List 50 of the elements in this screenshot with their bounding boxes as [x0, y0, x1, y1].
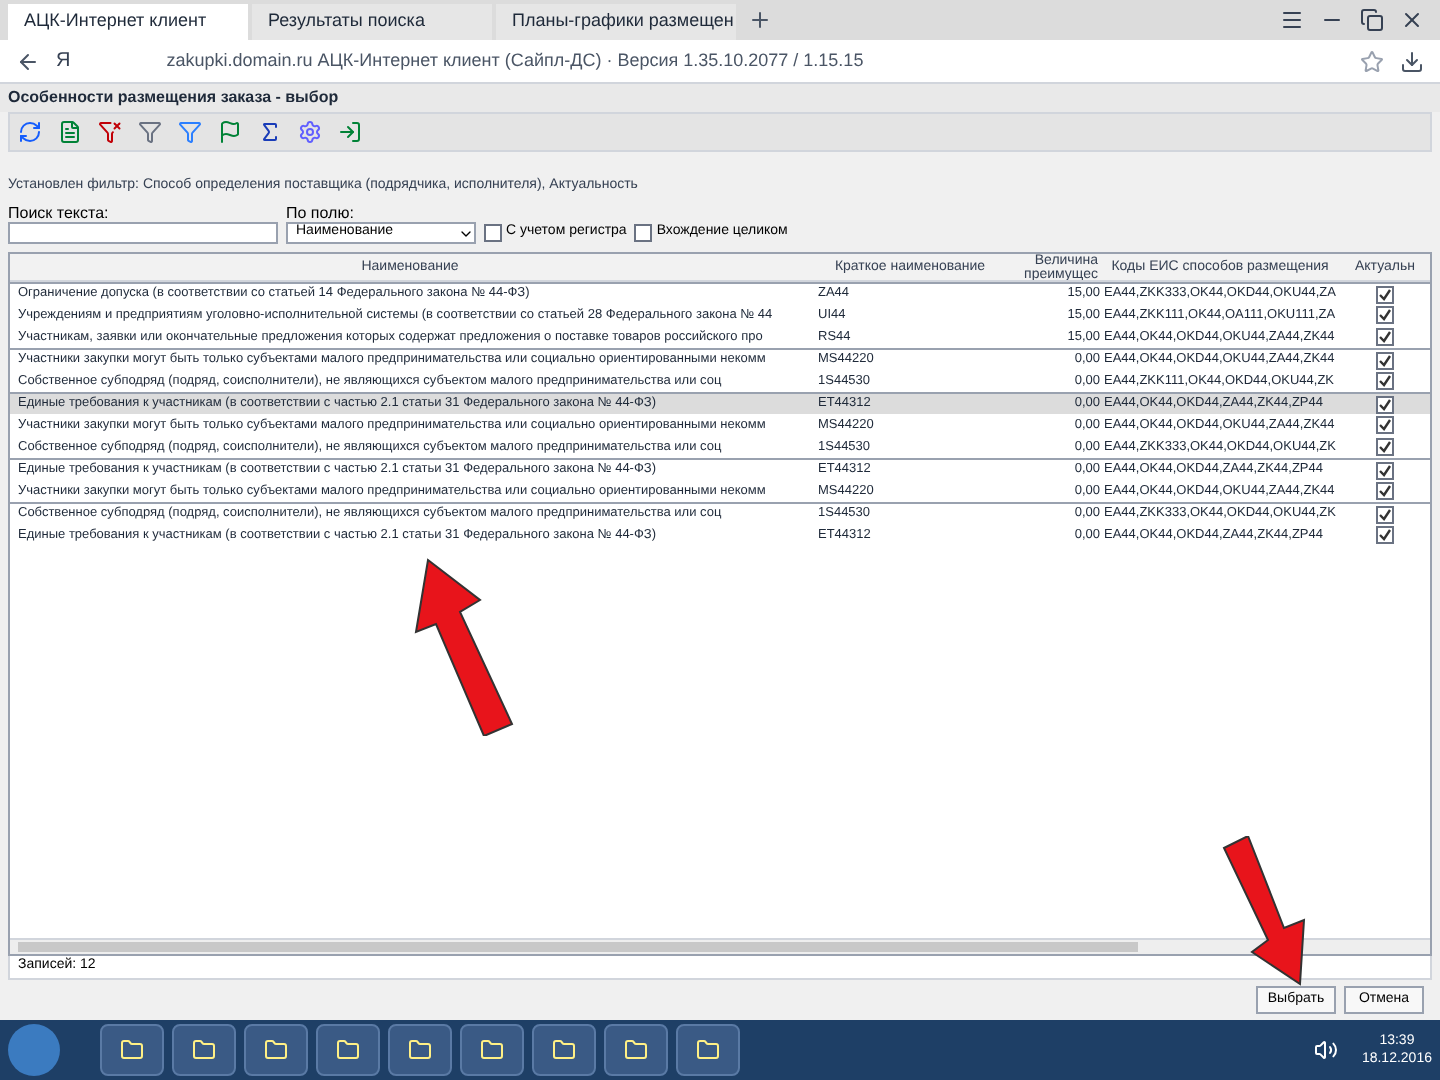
volume-icon[interactable] — [1313, 1038, 1338, 1062]
settings-icon[interactable] — [298, 120, 322, 144]
taskbar-app-icon[interactable] — [604, 1024, 668, 1076]
checkbox[interactable] — [1376, 285, 1394, 303]
clear-filter-icon[interactable] — [98, 120, 122, 144]
browser-tab[interactable]: АЦК-Интернет клиент — [8, 4, 248, 40]
new-tab-icon[interactable] — [748, 8, 772, 32]
menu-icon[interactable] — [1280, 8, 1304, 32]
taskbar-app-icon[interactable] — [532, 1024, 596, 1076]
checkbox[interactable] — [1376, 351, 1394, 369]
start-button[interactable] — [8, 1024, 60, 1076]
document-icon[interactable] — [58, 120, 82, 144]
field-label: По полю: — [286, 204, 356, 222]
checkbox[interactable] — [1376, 372, 1394, 390]
search-field[interactable] — [8, 222, 278, 244]
checkbox[interactable] — [1376, 461, 1394, 479]
home-button[interactable]: Я — [56, 46, 71, 76]
funnel-icon[interactable] — [178, 120, 202, 144]
search-label: Поиск текста: — [8, 204, 111, 222]
download-icon[interactable] — [1400, 49, 1424, 73]
checkbox[interactable] — [634, 224, 653, 242]
checkbox[interactable] — [1376, 416, 1394, 434]
sum-icon[interactable] — [258, 120, 282, 144]
checkbox[interactable] — [1376, 395, 1394, 413]
back-icon[interactable] — [16, 49, 40, 73]
bookmark-icon[interactable] — [1360, 49, 1384, 73]
taskbar-app-icon[interactable] — [100, 1024, 164, 1076]
export-icon[interactable] — [338, 120, 362, 144]
taskbar-app-icon[interactable] — [172, 1024, 236, 1076]
checkbox[interactable] — [1376, 505, 1394, 523]
horizontal-scrollbar[interactable] — [10, 938, 1430, 954]
browser-tab[interactable]: Результаты поиска — [252, 4, 492, 40]
checkbox[interactable] — [1376, 526, 1394, 544]
taskbar-app-icon[interactable] — [316, 1024, 380, 1076]
checkbox[interactable] — [1376, 438, 1394, 456]
checkbox[interactable] — [484, 224, 502, 242]
checkbox[interactable] — [1376, 328, 1394, 346]
filter-icon[interactable] — [138, 120, 162, 144]
taskbar-app-icon[interactable] — [244, 1024, 308, 1076]
close-icon[interactable] — [1400, 8, 1424, 32]
restore-icon[interactable] — [1360, 8, 1384, 32]
checkbox[interactable] — [1376, 482, 1394, 500]
refresh-icon[interactable] — [18, 120, 42, 144]
checkbox[interactable] — [1376, 306, 1394, 324]
taskbar-app-icon[interactable] — [388, 1024, 452, 1076]
window-title: Особенности размещения заказа - выбор — [8, 86, 339, 110]
taskbar-app-icon[interactable] — [676, 1024, 740, 1076]
taskbar-app-icon[interactable] — [460, 1024, 524, 1076]
flag-icon[interactable] — [218, 120, 242, 144]
browser-tab[interactable]: Планы-графики размещен — [496, 4, 736, 40]
